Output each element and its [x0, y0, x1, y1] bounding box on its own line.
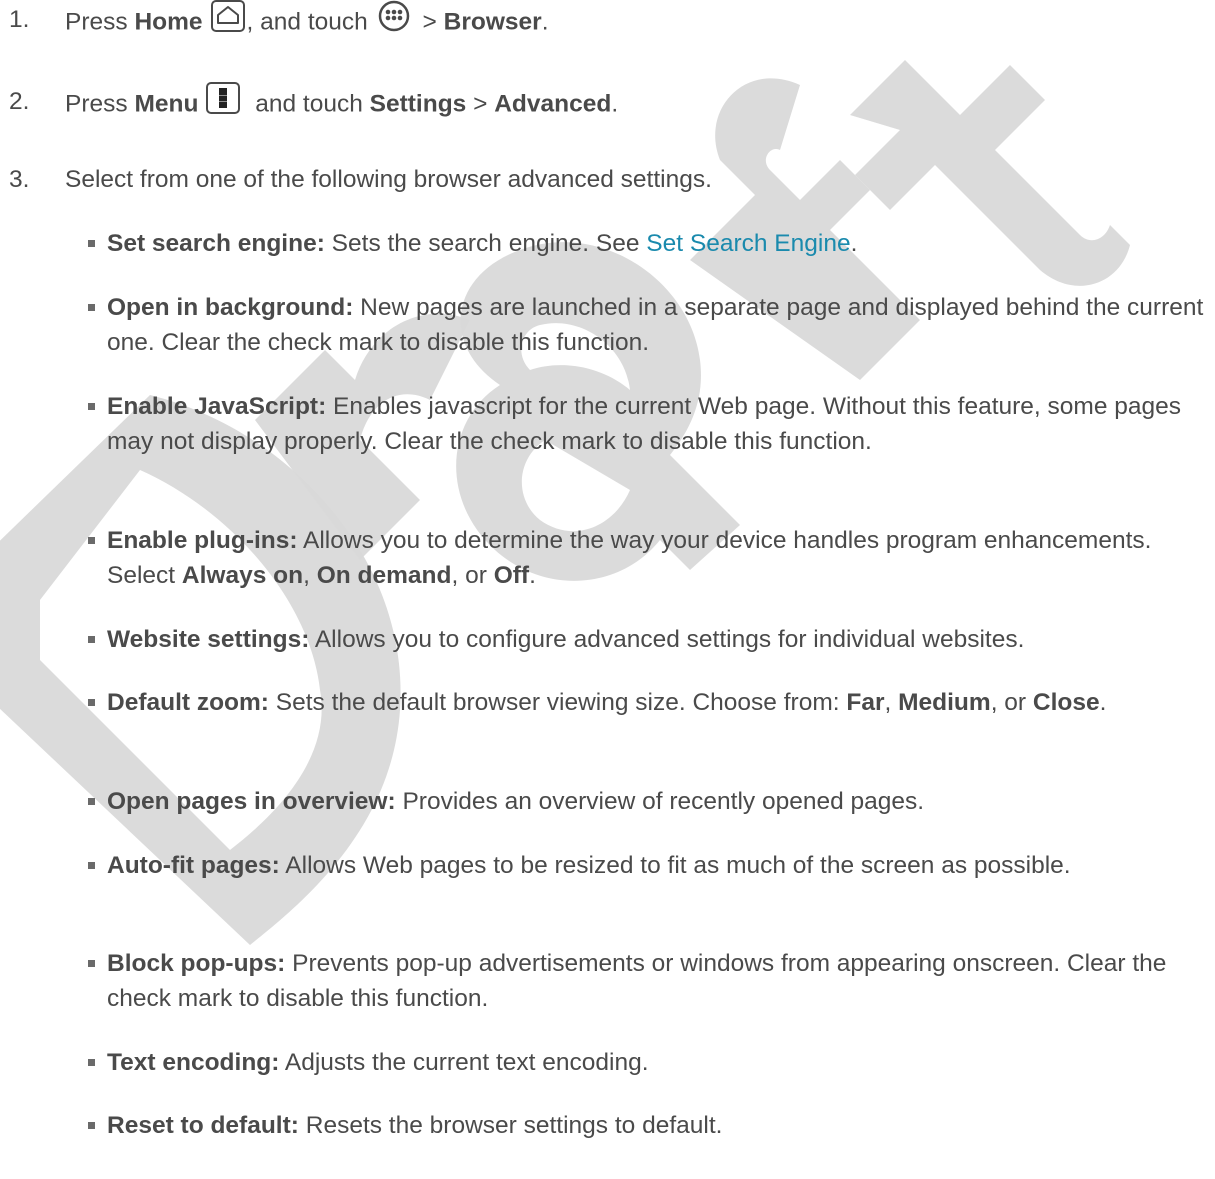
setting-term: Open pages in overview: [107, 788, 396, 815]
home-key-icon [210, 0, 245, 42]
setting-term: Website settings: [107, 626, 310, 653]
setting-term: Open in background: [107, 294, 354, 321]
home-key-label: Home [134, 8, 203, 36]
list-item: Open pages in overview: Provides an over… [88, 784, 1208, 819]
menu-key-label: Menu [134, 90, 199, 118]
step-number: 1. [9, 6, 30, 33]
setting-term: Set search engine: [107, 230, 325, 257]
bullet-marker [88, 1122, 95, 1129]
advanced-label: Advanced [494, 90, 612, 118]
setting-term: Reset to default: [107, 1112, 299, 1139]
bullet-marker [88, 699, 95, 706]
setting-term: Default zoom: [107, 689, 269, 716]
bullet-marker [88, 798, 95, 805]
setting-term: Enable JavaScript: [107, 393, 327, 420]
setting-term: Text encoding: [107, 1049, 280, 1076]
list-item: Auto-fit pages: Allows Web pages to be r… [88, 848, 1208, 883]
step-number: 3. [9, 166, 30, 193]
list-item: Enable plug-ins: Allows you to determine… [88, 523, 1208, 593]
bullet-marker [88, 240, 95, 247]
step-text: Select from one of the following browser… [65, 166, 712, 193]
bullet-marker [88, 636, 95, 643]
bullet-marker [88, 960, 95, 967]
menu-key-icon [206, 82, 241, 124]
all-apps-icon [378, 0, 410, 42]
list-item: Block pop-ups: Prevents pop-up advertise… [88, 946, 1208, 1016]
step-text: Press Menu and touch Settings > Advanced… [65, 82, 618, 126]
bullet-marker [88, 537, 95, 544]
bullet-marker [88, 1059, 95, 1066]
bullet-marker [88, 403, 95, 410]
set-search-engine-link[interactable]: Set Search Engine [646, 230, 850, 257]
list-item: Enable JavaScript: Enables javascript fo… [88, 389, 1208, 459]
list-item: Set search engine: Sets the search engin… [88, 226, 1208, 261]
list-item: Default zoom: Sets the default browser v… [88, 685, 1208, 720]
list-item: Website settings: Allows you to configur… [88, 622, 1208, 657]
list-item: Reset to default: Resets the browser set… [88, 1108, 1208, 1143]
list-item: Text encoding: Adjusts the current text … [88, 1045, 1208, 1080]
step-number: 2. [9, 88, 30, 115]
setting-term: Block pop-ups: [107, 950, 286, 977]
settings-label: Settings [369, 90, 467, 118]
bullet-marker [88, 862, 95, 869]
setting-term: Enable plug-ins: [107, 527, 298, 554]
bullet-marker [88, 304, 95, 311]
browser-label: Browser [443, 8, 542, 36]
setting-term: Auto-fit pages: [107, 852, 280, 879]
list-item: Open in background: New pages are launch… [88, 290, 1208, 360]
step-text: Press Home, and touch > Browser. [65, 0, 549, 44]
